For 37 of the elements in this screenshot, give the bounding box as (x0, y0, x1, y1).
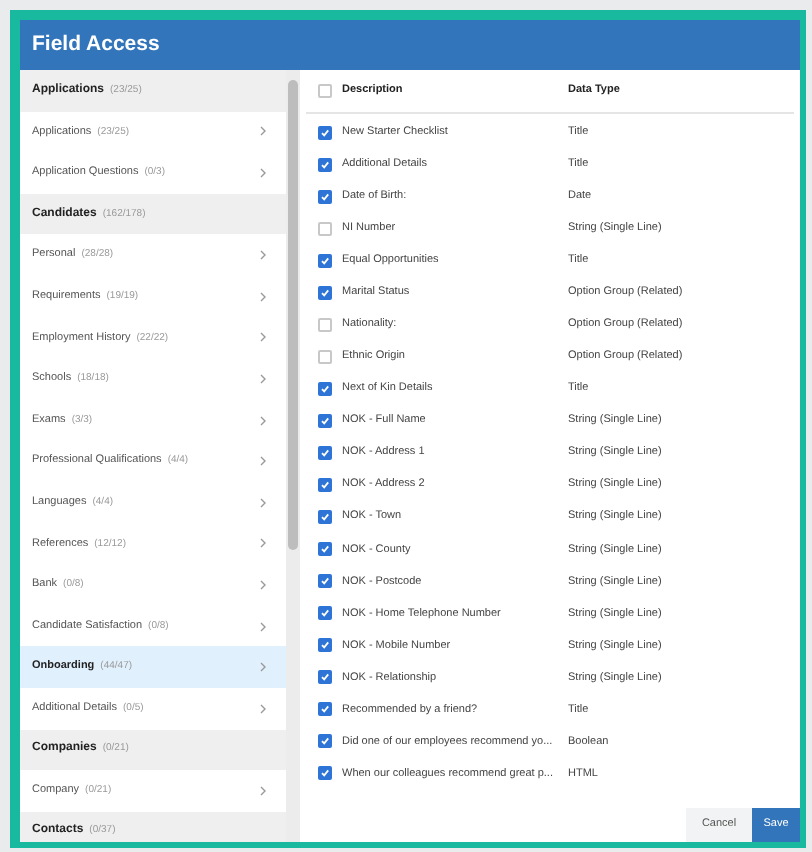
row-checkbox[interactable] (317, 189, 331, 204)
chevron-right-icon (260, 373, 266, 384)
chevron-right-icon (260, 126, 266, 137)
scrollbar[interactable] (286, 70, 300, 842)
row-checkbox[interactable] (317, 349, 331, 364)
row-checkbox[interactable] (317, 381, 331, 396)
chevron-right-icon (260, 332, 266, 343)
select-all-checkbox[interactable] (317, 84, 331, 98)
row-checkbox[interactable] (317, 670, 331, 685)
chevron-right-icon (260, 579, 266, 590)
row-checkbox[interactable] (317, 734, 331, 749)
chevron-right-icon (260, 291, 266, 302)
row-checkbox[interactable] (317, 478, 331, 493)
row-checkbox[interactable] (317, 221, 331, 236)
row-checkbox[interactable] (317, 413, 331, 428)
row-checkbox[interactable] (317, 766, 331, 781)
dialog-title: Field Access (32, 29, 160, 60)
chevron-right-icon (260, 250, 266, 261)
row-checkbox[interactable] (317, 125, 331, 140)
chevron-right-icon (260, 785, 266, 796)
row-checkbox[interactable] (317, 638, 331, 653)
chevron-right-icon (260, 703, 266, 714)
chevron-right-icon (260, 662, 266, 673)
row-checkbox[interactable] (317, 157, 331, 172)
chevron-right-icon (260, 538, 266, 549)
row-checkbox[interactable] (317, 445, 331, 460)
chevron-right-icon (260, 497, 266, 508)
chevron-right-icon (260, 456, 266, 467)
row-checkbox[interactable] (317, 285, 331, 300)
chevron-right-icon (260, 621, 266, 632)
row-checkbox[interactable] (317, 542, 331, 557)
chevron-right-icon (260, 415, 266, 426)
row-checkbox[interactable] (317, 510, 331, 525)
chevron-right-icon (260, 167, 266, 178)
scrollbar-thumb[interactable] (288, 80, 298, 550)
row-checkbox[interactable] (317, 702, 331, 717)
row-checkbox[interactable] (317, 317, 331, 332)
